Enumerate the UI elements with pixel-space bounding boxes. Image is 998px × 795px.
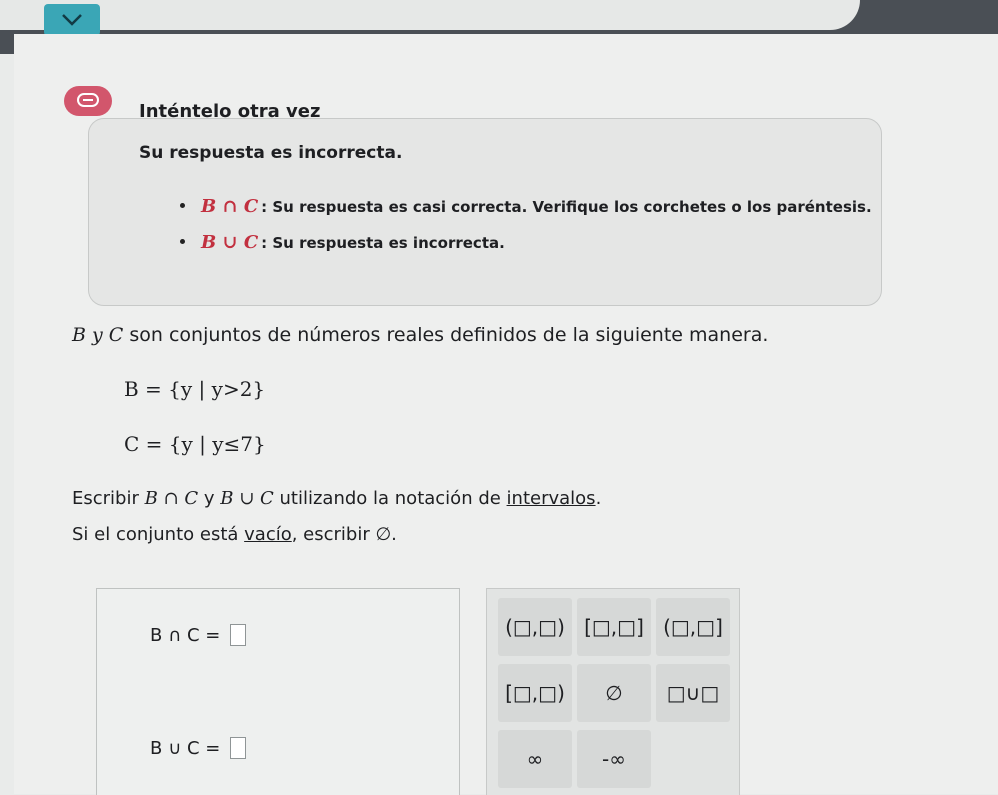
chevron-down-icon xyxy=(62,14,82,26)
vacio-link[interactable]: vacío xyxy=(244,524,292,545)
key-open-open-interval[interactable]: (□,□) xyxy=(498,598,572,656)
empty-set-line: Si el conjunto está vacío, escribir ∅. xyxy=(72,524,397,545)
intro-sets: B y C xyxy=(72,324,124,346)
key-empty-set[interactable]: ∅ xyxy=(577,664,651,722)
intersection-answer-input[interactable] xyxy=(230,624,247,646)
top-bar-panel xyxy=(0,0,860,30)
union-label: B ∪ C = xyxy=(150,737,221,759)
key-open-closed-interval[interactable]: (□,□] xyxy=(656,598,730,656)
union-answer-input[interactable] xyxy=(230,737,247,759)
instruction-line: Escribir B ∩ C y B ∪ C utilizando la not… xyxy=(72,488,601,509)
answer-panel xyxy=(96,588,460,795)
feedback-item-intersection: B ∩ C : Su respuesta es casi correcta. V… xyxy=(180,196,872,217)
intro-rest: son conjuntos de números reales definido… xyxy=(123,324,769,346)
instr-intersection: B ∩ C xyxy=(144,488,199,509)
collapse-button[interactable] xyxy=(44,4,100,36)
union-answer-row: B ∪ C = xyxy=(150,737,247,759)
instr-union: B ∪ C xyxy=(220,488,274,509)
bullet xyxy=(180,203,185,208)
feedback-item-union: B ∪ C : Su respuesta es incorrecta. xyxy=(180,232,505,253)
set-b-definition: B = {y | y>2} xyxy=(124,377,266,401)
problem-intro: B y C son conjuntos de números reales de… xyxy=(72,324,768,346)
intervalos-link[interactable]: intervalos xyxy=(507,488,596,509)
instr-end: . xyxy=(595,488,602,509)
intersection-answer-row: B ∩ C = xyxy=(150,624,247,646)
feedback-text: : Su respuesta es incorrecta. xyxy=(261,234,505,252)
key-negative-infinity[interactable]: -∞ xyxy=(577,730,651,788)
key-closed-open-interval[interactable]: [□,□) xyxy=(498,664,572,722)
key-infinity[interactable]: ∞ xyxy=(498,730,572,788)
set-c-definition: C = {y | y≤7} xyxy=(124,432,266,456)
bullet xyxy=(180,239,185,244)
empty-pre: Si el conjunto está xyxy=(72,524,245,545)
feedback-math: B ∩ C xyxy=(201,196,259,217)
instr-pre: Escribir xyxy=(72,488,145,509)
instr-y: y xyxy=(198,488,221,509)
intersection-label: B ∩ C = xyxy=(150,624,221,646)
key-closed-closed-interval[interactable]: [□,□] xyxy=(577,598,651,656)
feedback-text: : Su respuesta es casi correcta. Verifiq… xyxy=(261,198,872,216)
empty-end: , escribir ∅. xyxy=(291,524,397,545)
feedback-lead: Su respuesta es incorrecta. xyxy=(139,143,403,163)
feedback-math: B ∪ C xyxy=(201,232,259,253)
key-union[interactable]: □∪□ xyxy=(656,664,730,722)
feedback-error-icon xyxy=(64,86,112,116)
instr-mid: utilizando la notación de xyxy=(273,488,507,509)
